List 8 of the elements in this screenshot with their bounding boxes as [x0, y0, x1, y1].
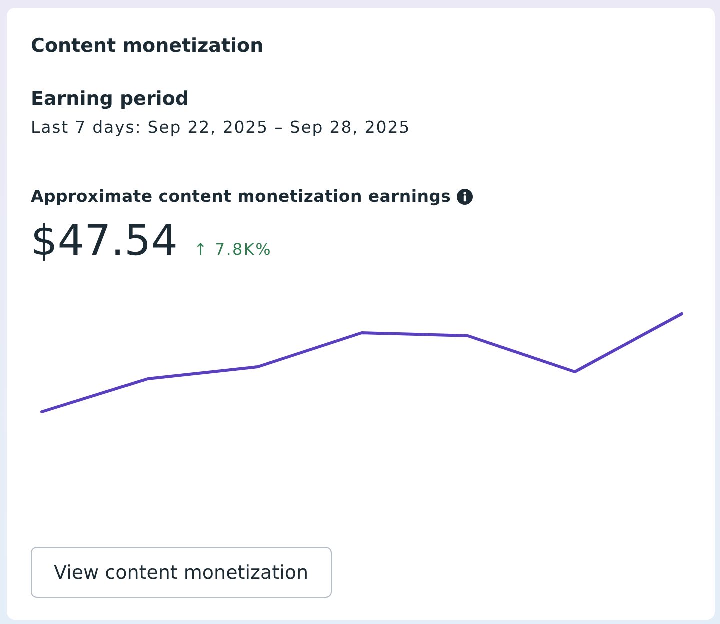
earnings-change: ↑ 7.8K% — [194, 240, 272, 260]
earning-period-label: Earning period — [31, 87, 189, 111]
view-content-monetization-button[interactable]: View content monetization — [31, 547, 332, 598]
earning-period-dates: Last 7 days: Sep 22, 2025 – Sep 28, 2025 — [31, 117, 410, 139]
earnings-amount: $47.54 — [31, 217, 178, 265]
info-icon[interactable] — [457, 189, 474, 205]
card-title: Content monetization — [31, 35, 264, 57]
earnings-label: Approximate content monetization earnings — [31, 186, 452, 208]
